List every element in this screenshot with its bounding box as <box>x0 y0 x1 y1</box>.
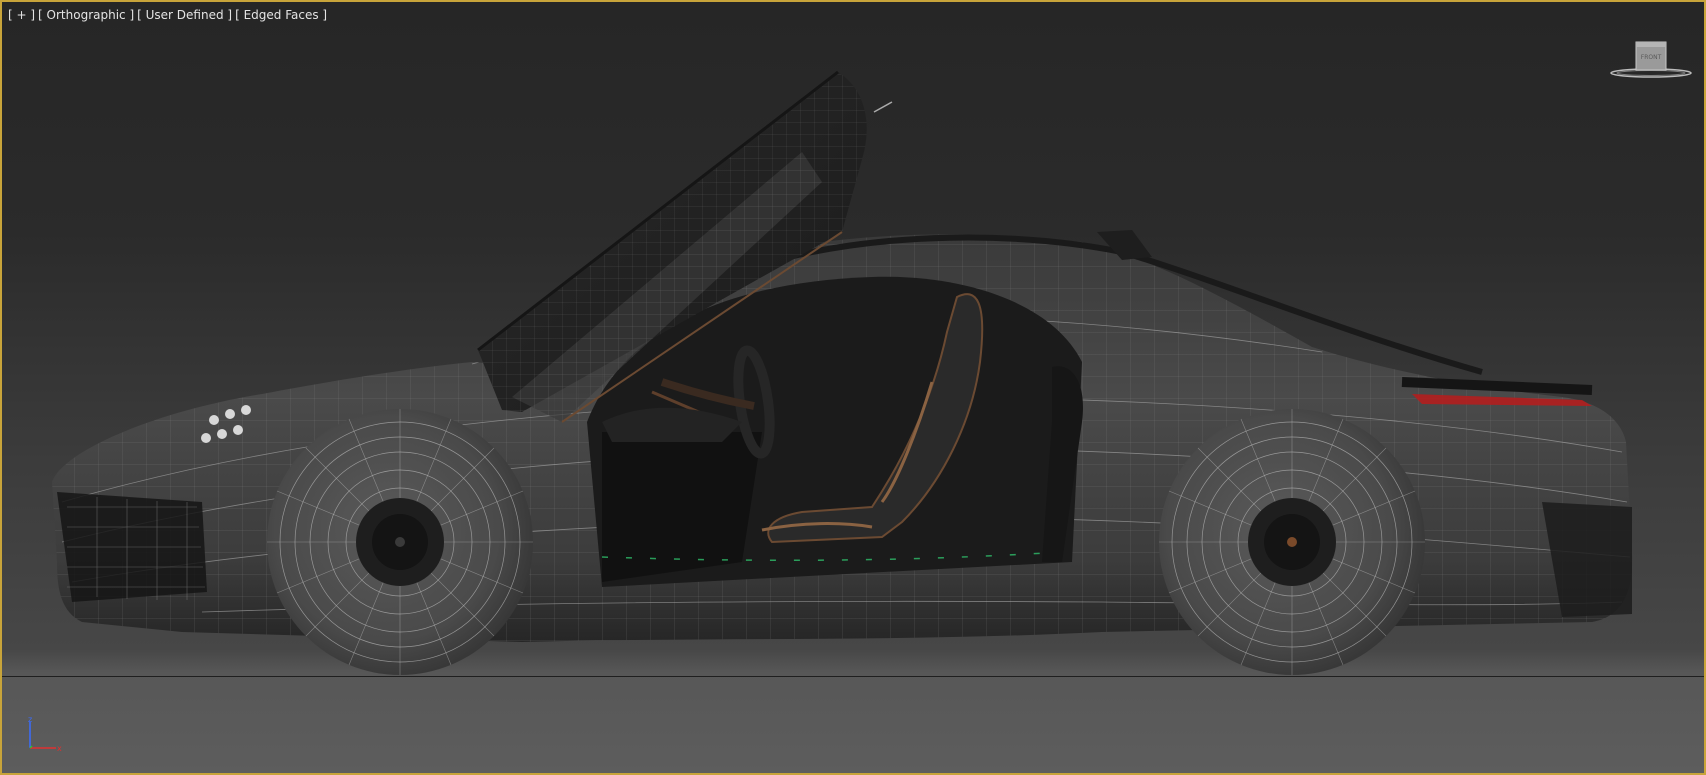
axis-triad: z x <box>28 715 62 753</box>
viewcube-face-label: FRONT <box>1641 54 1662 61</box>
viewport-user-defined[interactable]: [ User Defined ] <box>137 8 232 22</box>
axis-z-label: z <box>28 715 32 724</box>
viewport-label[interactable]: [ + ] [ Orthographic ] [ User Defined ] … <box>8 8 327 22</box>
viewcube[interactable]: FRONT <box>1608 40 1694 86</box>
scene-canvas[interactable] <box>2 2 1706 775</box>
rear-wheel[interactable] <box>1159 409 1425 675</box>
viewport-point-of-view[interactable]: [ Orthographic ] <box>38 8 134 22</box>
viewport-shading-mode[interactable]: [ Edged Faces ] <box>235 8 327 22</box>
ground-horizon-line <box>2 676 1704 677</box>
viewport-front[interactable]: [ + ] [ Orthographic ] [ User Defined ] … <box>0 0 1706 775</box>
viewport-menu-plus[interactable]: [ + ] <box>8 8 35 22</box>
axis-x-label: x <box>57 744 62 753</box>
front-wheel[interactable] <box>267 409 533 675</box>
